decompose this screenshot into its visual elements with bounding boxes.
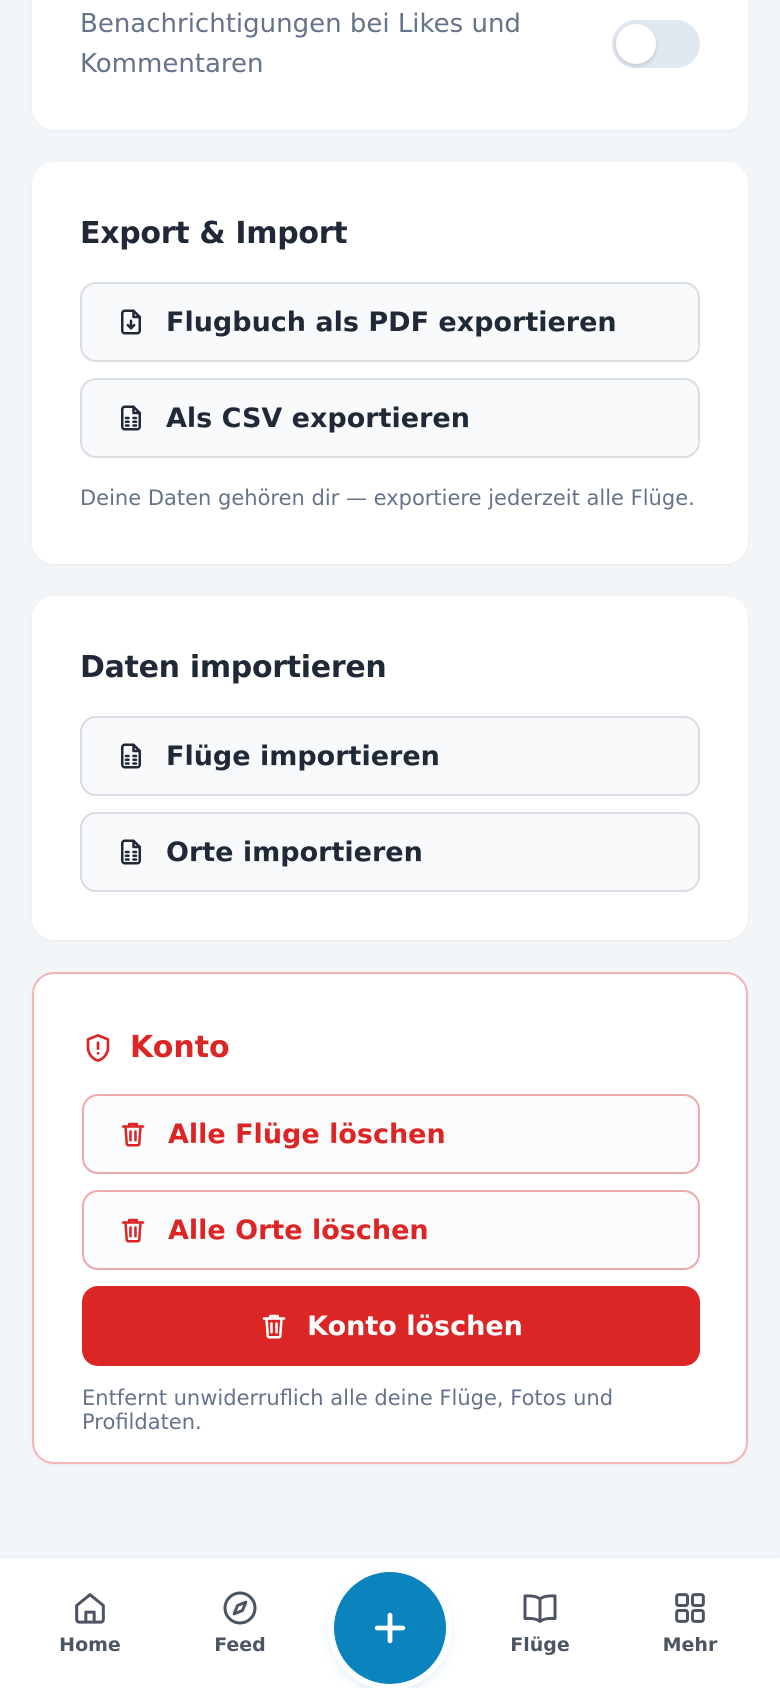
trash-icon	[259, 1311, 289, 1341]
delete-all-places-button[interactable]: Alle Orte löschen	[82, 1190, 700, 1270]
account-danger-card: Konto Alle Flüge löschen Alle Orte lösch…	[32, 972, 748, 1464]
notifications-toggle-row: Benachrichtigungen bei Likes und Komment…	[80, 4, 700, 84]
plus-icon	[368, 1606, 412, 1650]
delete-all-flights-label: Alle Flüge löschen	[168, 1118, 446, 1150]
nav-item-mehr[interactable]: Mehr	[630, 1588, 750, 1656]
nav-item-fluege[interactable]: Flüge	[480, 1588, 600, 1656]
nav-fluege-label: Flüge	[510, 1634, 570, 1656]
notifications-label: Benachrichtigungen bei Likes und Komment…	[80, 9, 521, 79]
nav-item-feed[interactable]: Feed	[180, 1588, 300, 1656]
import-flights-label: Flüge importieren	[166, 740, 440, 772]
notifications-switch[interactable]	[612, 20, 700, 68]
trash-icon	[118, 1215, 148, 1245]
import-title: Daten importieren	[80, 650, 387, 685]
file-spreadsheet-icon	[116, 403, 146, 433]
export-hint: Deine Daten gehören dir — exportiere jed…	[80, 486, 695, 510]
export-pdf-label: Flugbuch als PDF exportieren	[166, 306, 617, 338]
nav-home-label: Home	[59, 1634, 121, 1656]
file-download-icon	[116, 307, 146, 337]
account-hint: Entfernt unwiderruflich alle deine Flüge…	[82, 1386, 614, 1434]
grid-icon	[670, 1588, 710, 1628]
file-spreadsheet-icon	[116, 741, 146, 771]
nav-mehr-label: Mehr	[662, 1634, 718, 1656]
delete-account-button[interactable]: Konto löschen	[82, 1286, 700, 1366]
import-card: Daten importieren Flüge importieren Orte…	[32, 596, 748, 940]
import-places-label: Orte importieren	[166, 836, 423, 868]
export-title: Export & Import	[80, 216, 348, 251]
delete-all-places-label: Alle Orte löschen	[168, 1214, 429, 1246]
book-icon	[520, 1588, 560, 1628]
add-flight-button[interactable]	[334, 1572, 446, 1684]
import-flights-button[interactable]: Flüge importieren	[80, 716, 700, 796]
import-places-button[interactable]: Orte importieren	[80, 812, 700, 892]
export-card: Export & Import Flugbuch als PDF exporti…	[32, 162, 748, 564]
notifications-card: Benachrichtigungen bei Likes und Komment…	[32, 0, 748, 130]
compass-icon	[220, 1588, 260, 1628]
account-title: Konto	[82, 1030, 230, 1065]
account-title-label: Konto	[130, 1030, 230, 1065]
delete-all-flights-button[interactable]: Alle Flüge löschen	[82, 1094, 700, 1174]
home-icon	[70, 1588, 110, 1628]
export-csv-label: Als CSV exportieren	[166, 402, 470, 434]
bottom-navigation: Home Feed Flüge Mehr	[0, 1558, 780, 1688]
export-csv-button[interactable]: Als CSV exportieren	[80, 378, 700, 458]
switch-knob	[616, 24, 656, 64]
export-pdf-button[interactable]: Flugbuch als PDF exportieren	[80, 282, 700, 362]
file-spreadsheet-icon	[116, 837, 146, 867]
delete-account-label: Konto löschen	[307, 1310, 523, 1342]
trash-icon	[118, 1119, 148, 1149]
shield-alert-icon	[82, 1032, 114, 1064]
nav-item-home[interactable]: Home	[30, 1588, 150, 1656]
nav-feed-label: Feed	[214, 1634, 266, 1656]
